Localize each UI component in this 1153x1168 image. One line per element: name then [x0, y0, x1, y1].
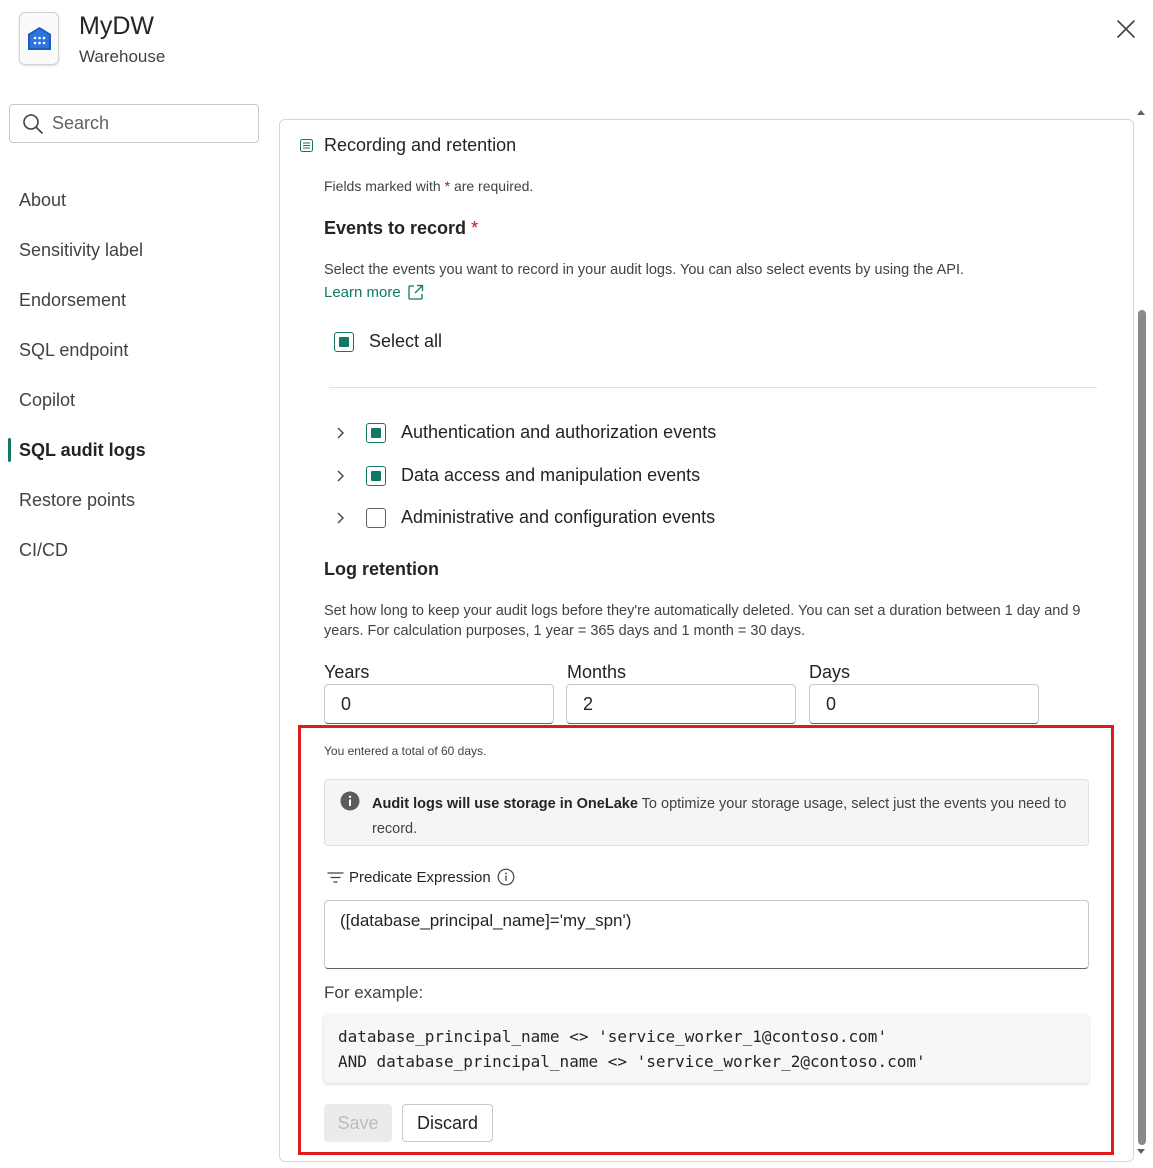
months-label: Months [567, 662, 627, 682]
info-message: Audit logs will use storage in OneLake T… [372, 792, 1072, 842]
expand-chevron[interactable] [330, 508, 350, 528]
scrollbar-thumb[interactable] [1138, 310, 1146, 1145]
months-input[interactable] [566, 684, 796, 724]
expand-chevron[interactable] [330, 466, 350, 486]
sidebar-item-sql-audit-logs[interactable]: SQL audit logs [0, 435, 270, 485]
learn-more-label: Learn more [324, 284, 401, 301]
select-all-label: Select all [369, 331, 443, 351]
info-circle-icon[interactable] [497, 868, 515, 886]
close-button[interactable] [1114, 17, 1138, 41]
divider [329, 387, 1097, 388]
required-star: * [444, 178, 451, 194]
chevron-right-icon [337, 470, 344, 481]
total-days-note: You entered a total of 60 days. [324, 744, 487, 758]
sidebar-item-about[interactable]: About [0, 185, 270, 235]
sidebar-item-restore-points[interactable]: Restore points [0, 485, 270, 535]
sidebar-item-endorsement[interactable]: Endorsement [0, 285, 270, 335]
discard-button[interactable]: Discard [402, 1104, 493, 1142]
events-description: Select the events you want to record in … [324, 262, 965, 278]
app-subtitle: Warehouse [79, 47, 166, 66]
filter-icon [327, 872, 344, 883]
example-label: For example: [324, 983, 424, 1002]
warehouse-app-icon [19, 12, 59, 65]
sidebar-item-sensitivity-label[interactable]: Sensitivity label [0, 235, 270, 285]
years-input[interactable] [324, 684, 554, 724]
log-retention-heading: Log retention [324, 559, 439, 579]
event-group-label: Administrative and configuration events [401, 507, 716, 527]
search-icon [23, 113, 43, 134]
section-title: Recording and retention [324, 135, 517, 155]
warehouse-icon [28, 27, 51, 50]
sidebar-item-ci-cd[interactable]: CI/CD [0, 535, 270, 585]
events-required-star: * [471, 218, 479, 238]
storage-info-bar: Audit logs will use storage in OneLake T… [324, 779, 1089, 846]
event-group-checkbox[interactable] [366, 465, 386, 486]
search-box[interactable] [9, 104, 259, 143]
expand-chevron[interactable] [330, 423, 350, 443]
example-code-block: database_principal_name <> 'service_work… [324, 1014, 1089, 1083]
scroll-down-arrow-icon[interactable] [1136, 1148, 1146, 1156]
log-retention-description: Set how long to keep your audit logs bef… [324, 603, 1081, 639]
required-note-prefix: Fields marked with [324, 178, 441, 194]
list-icon [300, 139, 313, 152]
event-group-authentication[interactable]: Authentication and authorization events [330, 422, 716, 443]
event-group-label: Authentication and authorization events [401, 422, 717, 442]
predicate-expression-label: Predicate Expression [327, 868, 515, 886]
save-button[interactable]: Save [324, 1104, 392, 1142]
section-icon [300, 139, 313, 157]
learn-more-link[interactable]: Learn more [324, 284, 424, 301]
years-label: Years [324, 662, 370, 682]
event-group-checkbox[interactable] [366, 507, 386, 528]
event-group-label: Data access and manipulation events [401, 465, 701, 485]
days-label: Days [809, 662, 851, 682]
predicate-label-text: Predicate Expression [349, 868, 491, 886]
required-note-suffix: are required. [453, 178, 534, 194]
select-all-checkbox[interactable]: Select all [334, 331, 442, 352]
events-heading-text: Events to record [324, 218, 467, 238]
close-icon [1117, 20, 1135, 38]
info-bold-text: Audit logs will use storage in OneLake [372, 796, 638, 812]
days-input[interactable] [809, 684, 1039, 724]
sidebar-item-copilot[interactable]: Copilot [0, 385, 270, 435]
chevron-right-icon [337, 427, 344, 438]
events-heading: Events to record * [324, 218, 478, 239]
predicate-expression-input[interactable]: ([database_principal_name]='my_spn') [324, 900, 1089, 969]
event-group-checkbox[interactable] [366, 422, 386, 443]
app-title: MyDW [79, 12, 154, 40]
sidebar-nav: About Sensitivity label Endorsement SQL … [0, 185, 270, 585]
info-icon [340, 791, 360, 811]
sidebar-item-sql-endpoint[interactable]: SQL endpoint [0, 335, 270, 385]
select-all-checkbox-box[interactable] [334, 331, 354, 352]
scroll-up-arrow-icon[interactable] [1136, 108, 1146, 116]
external-link-icon [408, 284, 423, 300]
chevron-right-icon [337, 512, 344, 523]
event-group-administrative[interactable]: Administrative and configuration events [330, 507, 715, 528]
event-group-data-access[interactable]: Data access and manipulation events [330, 465, 700, 486]
required-note: Fields marked with * are required. [324, 178, 533, 194]
search-input[interactable] [52, 113, 252, 134]
